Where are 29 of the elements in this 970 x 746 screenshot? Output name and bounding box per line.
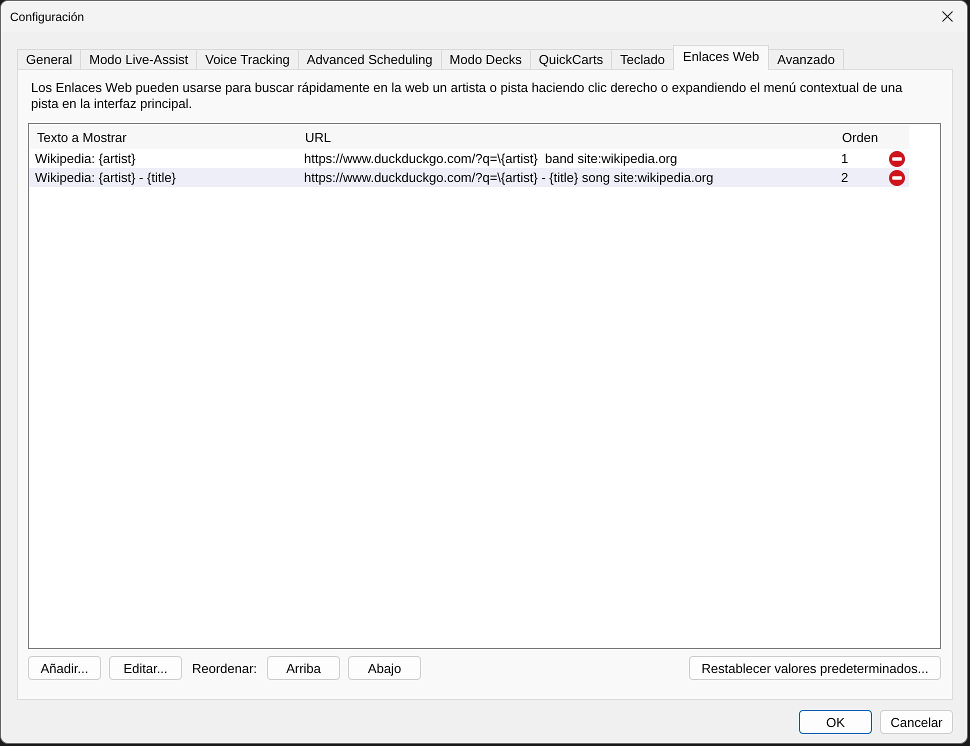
delete-icon[interactable] [889, 150, 905, 166]
table-cell-text: Wikipedia: {artist} - {title} [34, 170, 177, 185]
table-row[interactable]: Wikipedia: {artist} - {title} https://www.duckduckgo.com/?q=\{artist} - {title} song site:wikipedia.org 2 [29, 168, 909, 187]
table-cell-text: 2 [840, 170, 850, 185]
dialog-button[interactable]: Cancelar [880, 710, 953, 734]
action-button[interactable]: Editar... [109, 656, 182, 680]
column-header[interactable]: Texto a Mostrar [29, 130, 297, 144]
table-cell-text: https://www.duckduckgo.com/?q=\{artist} - {title} song site:wikipedia.org [303, 170, 714, 185]
reset-defaults-button[interactable]: Restablecer valores predeterminados... [689, 656, 941, 680]
tab[interactable]: Advanced Scheduling [298, 49, 442, 69]
table-cell-text: https://www.duckduckgo.com/?q=\{artist} band site:wikipedia.org [303, 151, 678, 166]
close-icon[interactable] [942, 11, 953, 22]
tab[interactable]: QuickCarts [530, 49, 612, 69]
table-cell-text: Wikipedia: {artist} [34, 151, 136, 166]
tab[interactable]: Voice Tracking [196, 49, 299, 69]
action-button[interactable]: Arriba [267, 656, 340, 680]
delete-icon[interactable] [889, 170, 905, 186]
column-header[interactable]: Orden [834, 130, 881, 144]
action-button[interactable]: Abajo [348, 656, 422, 680]
tab[interactable]: Enlaces Web [672, 45, 770, 70]
reorder-label: Reordenar: [192, 660, 258, 676]
column-header[interactable]: URL [297, 130, 834, 144]
action-button[interactable]: Añadir... [28, 656, 101, 680]
tab[interactable]: Avanzado [768, 49, 844, 69]
table-cell-text: 1 [840, 151, 850, 166]
window-title: Configuración [10, 10, 86, 24]
dialog-button[interactable]: OK [799, 710, 872, 734]
description-text: Los Enlaces Web pueden usarse para buscar rápidamente en la web un artista o pista haciendo clic derecho o expandiendo el menú contextual de una pista en la interfaz principal. [31, 80, 904, 112]
tab[interactable]: General [17, 49, 82, 69]
